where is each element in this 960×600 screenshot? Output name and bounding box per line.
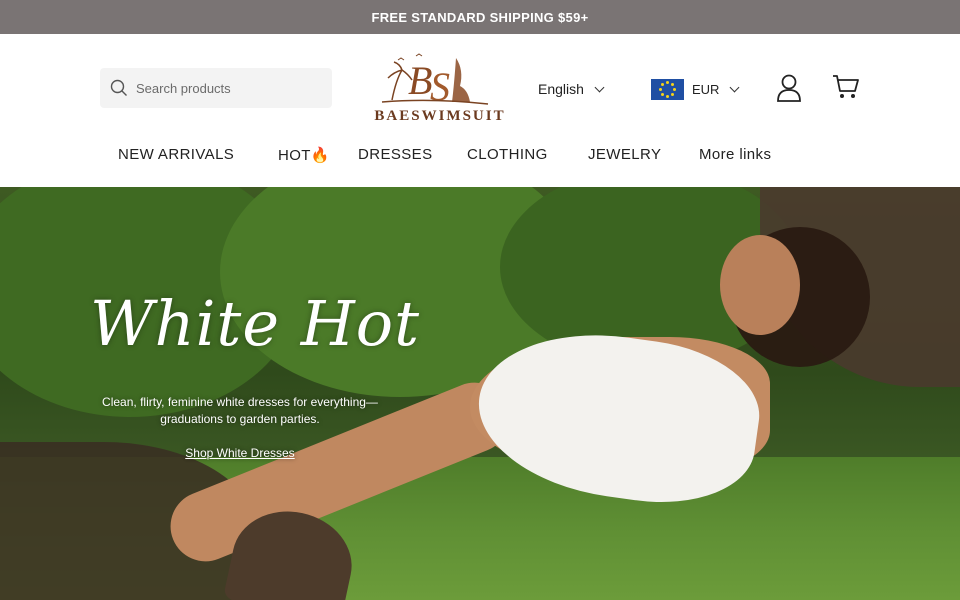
eu-flag-icon xyxy=(651,78,684,100)
nav-item-more-links[interactable]: More links xyxy=(699,146,771,163)
language-label: English xyxy=(538,81,584,97)
currency-label: EUR xyxy=(692,81,720,97)
hero-subtitle-line1: Clean, flirty, feminine white dresses fo… xyxy=(102,395,378,409)
search-icon xyxy=(110,79,127,96)
chevron-down-icon xyxy=(594,82,605,92)
hero-banner[interactable]: White Hot Clean, flirty, feminine white … xyxy=(0,187,960,600)
search-input[interactable] xyxy=(136,80,316,96)
shop-white-dresses-link[interactable]: Shop White Dresses xyxy=(160,446,320,460)
hero-title: White Hot xyxy=(89,287,421,360)
nav-item-jewelry[interactable]: JEWELRY xyxy=(588,146,661,163)
nav-item-hot[interactable]: HOT🔥 xyxy=(278,146,330,164)
search-box[interactable] xyxy=(100,68,332,108)
currency-selector[interactable]: EUR xyxy=(651,78,740,100)
nav-item-clothing[interactable]: CLOTHING xyxy=(467,146,548,163)
user-icon[interactable] xyxy=(776,74,802,102)
svg-text:S: S xyxy=(430,64,450,106)
hero-subtitle: Clean, flirty, feminine white dresses fo… xyxy=(70,394,410,428)
nav-item-new-arrivals[interactable]: NEW ARRIVALS xyxy=(118,146,234,163)
model-head xyxy=(720,235,800,335)
announcement-bar: FREE STANDARD SHIPPING $59+ xyxy=(0,0,960,34)
logo-wordmark: BAESWIMSUIT xyxy=(374,108,506,124)
hero-subtitle-line2: graduations to garden parties. xyxy=(160,412,320,426)
site-header: B S BAESWIMSUIT English EUR xyxy=(0,34,960,187)
svg-text:B: B xyxy=(408,58,432,103)
announcement-text: FREE STANDARD SHIPPING $59+ xyxy=(371,9,589,25)
nav-item-dresses[interactable]: DRESSES xyxy=(358,146,433,163)
brand-logo[interactable]: B S BAESWIMSUIT xyxy=(372,50,508,126)
main-nav: NEW ARRIVALS HOT🔥 DRESSES CLOTHING JEWEL… xyxy=(0,146,960,172)
logo-monogram: B S xyxy=(381,53,489,106)
cart-icon[interactable] xyxy=(832,74,860,100)
chevron-down-icon xyxy=(730,82,740,92)
language-selector[interactable]: English xyxy=(538,78,605,100)
